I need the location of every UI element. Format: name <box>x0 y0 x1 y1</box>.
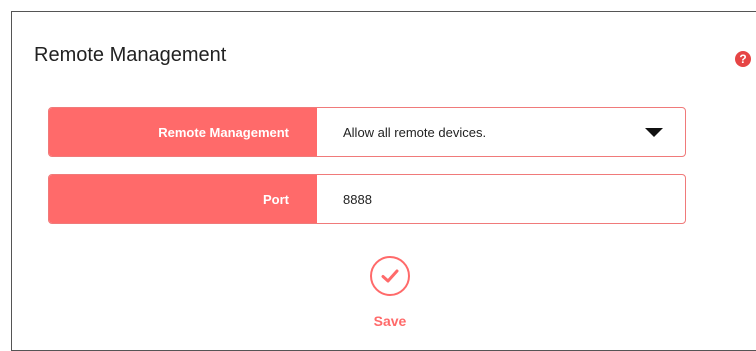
remote-management-select[interactable]: Allow all remote devices. <box>317 108 685 156</box>
port-label: Port <box>49 175 317 223</box>
remote-management-row: Remote Management Allow all remote devic… <box>48 107 686 157</box>
port-field-container <box>317 175 685 223</box>
dropdown-caret-icon[interactable] <box>645 128 663 137</box>
save-label: Save <box>373 313 407 329</box>
section-title: Remote Management <box>34 44 227 66</box>
check-icon[interactable] <box>370 256 410 296</box>
port-input[interactable] <box>343 191 543 207</box>
remote-management-label: Remote Management <box>49 108 317 156</box>
help-icon[interactable]: ? <box>735 51 751 67</box>
save-button[interactable]: Save <box>359 256 421 336</box>
port-row: Port <box>48 174 686 224</box>
remote-management-selected-value: Allow all remote devices. <box>343 124 487 140</box>
